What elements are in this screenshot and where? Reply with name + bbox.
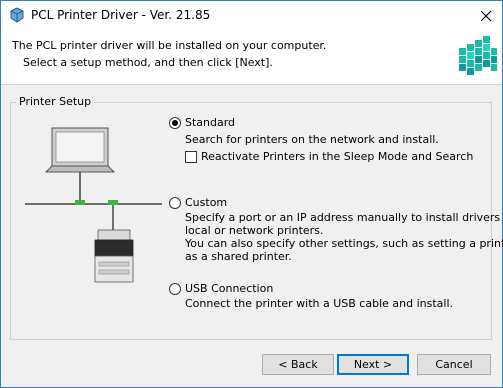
group-label: Printer Setup [16, 95, 95, 108]
back-button[interactable]: < Back [262, 354, 334, 375]
custom-description-2: local or network printers. [185, 224, 324, 237]
laptop-icon [44, 127, 116, 173]
cancel-button[interactable]: Cancel [417, 354, 491, 375]
standard-radio[interactable] [169, 117, 181, 129]
window-title: PCL Printer Driver - Ver. 21.85 [31, 8, 211, 22]
installer-cube-logo [459, 36, 497, 75]
next-button[interactable]: Next > [337, 354, 409, 375]
custom-description-3: You can also specify other settings, suc… [185, 237, 503, 250]
selected-dot [172, 120, 178, 126]
standard-description: Search for printers on the network and i… [185, 133, 439, 146]
network-illustration [25, 127, 162, 283]
header-line-1: The PCL printer driver will be installed… [12, 39, 327, 52]
printer-icon [94, 229, 134, 283]
custom-radio[interactable] [169, 197, 181, 209]
usb-label[interactable]: USB Connection [185, 282, 273, 295]
custom-description-1: Specify a port or an IP address manually… [185, 211, 503, 224]
header-line-2: Select a setup method, and then click [N… [23, 56, 273, 69]
reactivate-checkbox[interactable] [185, 151, 197, 163]
printer-driver-icon [10, 7, 24, 23]
custom-description-4: as a shared printer. [185, 250, 292, 263]
custom-label[interactable]: Custom [185, 196, 227, 209]
close-icon[interactable] [476, 6, 496, 26]
reactivate-label[interactable]: Reactivate Printers in the Sleep Mode an… [201, 150, 473, 163]
header-panel: The PCL printer driver will be installed… [1, 30, 502, 85]
title-bar: PCL Printer Driver - Ver. 21.85 [1, 1, 502, 30]
usb-radio[interactable] [169, 283, 181, 295]
standard-label[interactable]: Standard [185, 116, 235, 129]
usb-description: Connect the printer with a USB cable and… [185, 297, 454, 310]
